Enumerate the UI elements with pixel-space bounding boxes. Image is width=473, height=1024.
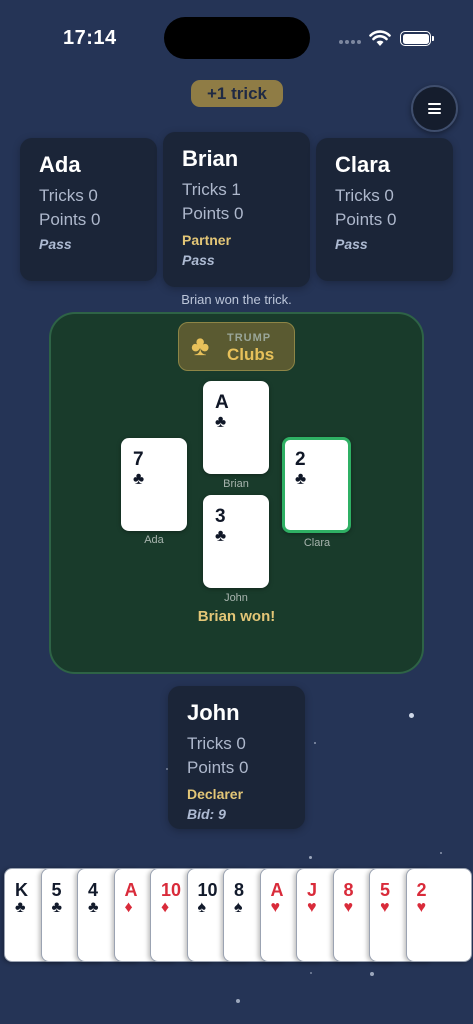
star-decoration <box>309 856 312 859</box>
player-tricks: Tricks 0 <box>335 186 394 205</box>
player-role: Declarer <box>187 786 244 802</box>
player-points: Points 0 <box>335 210 397 229</box>
dynamic-island <box>164 17 310 59</box>
seat-label-john: John <box>224 592 248 604</box>
hamburger-icon <box>428 103 441 114</box>
player-name: John <box>187 700 240 725</box>
heart-icon: ♥ <box>416 899 427 916</box>
card-rank: 2 <box>295 449 306 470</box>
card-rank: 7 <box>133 449 144 470</box>
seat-label-brian: Brian <box>223 478 249 490</box>
seat-label-clara: Clara <box>303 537 331 549</box>
player-hand: K ♣ 5 ♣ 4 ♣ A ♦ 10 ♦ 10 ♠ 8 ♠ A ♥ J ♥ 8 ♥ 5 ♥ 2 ♥ <box>0 868 473 964</box>
status-time: 17:14 <box>63 27 117 49</box>
card-rank: A <box>215 392 229 413</box>
table-card-clara: 2 ♣ <box>282 437 351 533</box>
player-points: Points 0 <box>182 204 244 223</box>
card-rank: A <box>270 880 284 900</box>
player-points: Points 0 <box>187 758 249 777</box>
card-rank: 8 <box>234 880 245 900</box>
club-icon: ♣ <box>88 899 99 916</box>
signal-icon <box>339 40 361 44</box>
card-rank: 8 <box>343 880 354 900</box>
heart-icon: ♥ <box>343 899 354 916</box>
menu-button[interactable] <box>411 85 458 132</box>
club-icon: ♣ <box>15 899 26 916</box>
table-card-brian: A ♣ <box>203 381 269 474</box>
star-decoration <box>236 999 240 1003</box>
star-decoration <box>440 852 442 854</box>
player-card-ada: Ada Tricks 0 Points 0 Pass <box>20 138 157 281</box>
star-decoration <box>166 768 168 770</box>
card-rank: 5 <box>380 880 391 900</box>
heart-icon: ♥ <box>270 899 281 916</box>
trump-label: TRUMP <box>227 332 272 344</box>
spade-icon: ♠ <box>234 899 243 916</box>
player-name: Brian <box>182 146 239 171</box>
diamond-icon: ♦ <box>161 899 170 916</box>
player-name: Clara <box>335 152 391 177</box>
player-bid: Pass <box>182 252 215 268</box>
player-tricks: Tricks 0 <box>39 186 98 205</box>
card-rank: 5 <box>51 880 62 900</box>
player-tricks: Tricks 0 <box>187 734 246 753</box>
player-points: Points 0 <box>39 210 101 229</box>
trump-suit: Clubs <box>227 345 275 364</box>
card-rank: 4 <box>88 880 99 900</box>
player-card-clara: Clara Tricks 0 Points 0 Pass <box>316 138 453 281</box>
player-bid: Pass <box>335 236 368 252</box>
status-bar: 17:14 <box>0 0 473 60</box>
player-card-brian: Brian Tricks 1 Points 0 Partner Pass <box>163 132 310 287</box>
club-icon: ♣ <box>51 899 63 916</box>
table-card-john: 3 ♣ <box>203 495 269 588</box>
club-icon: ♣ <box>215 412 227 431</box>
heart-icon: ♥ <box>307 899 317 916</box>
table-card-ada: 7 ♣ <box>121 438 187 531</box>
star-decoration <box>314 742 316 744</box>
card-rank: A <box>124 880 138 900</box>
star-decoration <box>310 972 312 974</box>
spade-icon: ♠ <box>197 899 207 916</box>
player-card-john: John Tricks 0 Points 0 Declarer Bid: 9 <box>168 686 305 829</box>
club-icon: ♣ <box>295 469 307 488</box>
diamond-icon: ♦ <box>124 899 133 916</box>
player-name: Ada <box>39 152 81 177</box>
trump-badge: ♣ TRUMP Clubs <box>178 322 295 371</box>
player-tricks: Tricks 1 <box>182 180 241 199</box>
wifi-icon <box>369 30 391 46</box>
club-icon: ♣ <box>215 526 227 545</box>
battery-icon <box>400 31 434 46</box>
star-decoration <box>409 713 414 718</box>
card-rank: 3 <box>215 506 226 527</box>
trick-pill: +1 trick <box>191 80 283 107</box>
hand-card[interactable]: 2 ♥ <box>405 868 472 962</box>
card-rank: 10 <box>197 880 218 900</box>
player-bid: Pass <box>39 236 72 252</box>
card-rank: 10 <box>161 880 182 900</box>
star-decoration <box>370 972 374 976</box>
trick-status: Brian won the trick. <box>181 292 292 307</box>
card-rank: 2 <box>416 880 427 900</box>
club-icon: ♣ <box>191 330 210 361</box>
player-bid: Bid: 9 <box>187 806 226 822</box>
card-rank: J <box>307 880 318 900</box>
winner-text: Brian won! <box>197 608 276 625</box>
seat-label-ada: Ada <box>144 534 164 546</box>
player-role: Partner <box>182 232 232 248</box>
club-icon: ♣ <box>133 469 145 488</box>
card-rank: K <box>15 880 28 900</box>
heart-icon: ♥ <box>380 899 390 916</box>
